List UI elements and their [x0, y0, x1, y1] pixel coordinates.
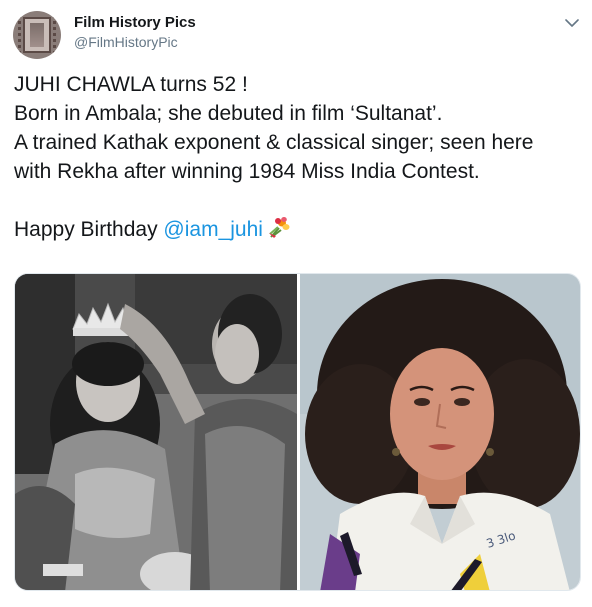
film-perforation-left [18, 15, 21, 55]
author-avatar[interactable] [13, 11, 61, 59]
mention-link[interactable]: @iam_juhi [163, 218, 263, 241]
film-perforation-right [53, 15, 56, 55]
tweet-media-grid[interactable]: 3 3lo [14, 273, 581, 591]
tweet-line-3: A trained Kathak exponent & classical si… [14, 131, 534, 154]
author-display-name[interactable]: Film History Pics [74, 14, 196, 31]
tweet-greeting-line: Happy Birthday @iam_juhi [14, 215, 584, 248]
photo-portrait-color[interactable]: 3 3lo [300, 274, 581, 591]
tweet-line-4: with Rekha after winning 1984 Miss India… [14, 160, 480, 183]
author-handle[interactable]: @FilmHistoryPic [74, 34, 178, 50]
tweet-line-break [14, 186, 584, 215]
tweet-line-2: Born in Ambala; she debuted in film ‘Sul… [14, 102, 443, 125]
tweet-line-1: JUHI CHAWLA turns 52 ! [14, 73, 248, 96]
bouquet-icon [267, 216, 291, 248]
tweet-menu-button[interactable] [563, 14, 581, 32]
greeting-text: Happy Birthday [14, 218, 164, 241]
photo-crowning-black-white[interactable] [15, 274, 297, 591]
tweet-card: Film History Pics @FilmHistoryPic JUHI C… [0, 0, 592, 607]
chevron-down-icon [565, 18, 579, 27]
tweet-body: JUHI CHAWLA turns 52 ! Born in Ambala; s… [14, 70, 584, 248]
film-frame-icon [23, 17, 51, 53]
